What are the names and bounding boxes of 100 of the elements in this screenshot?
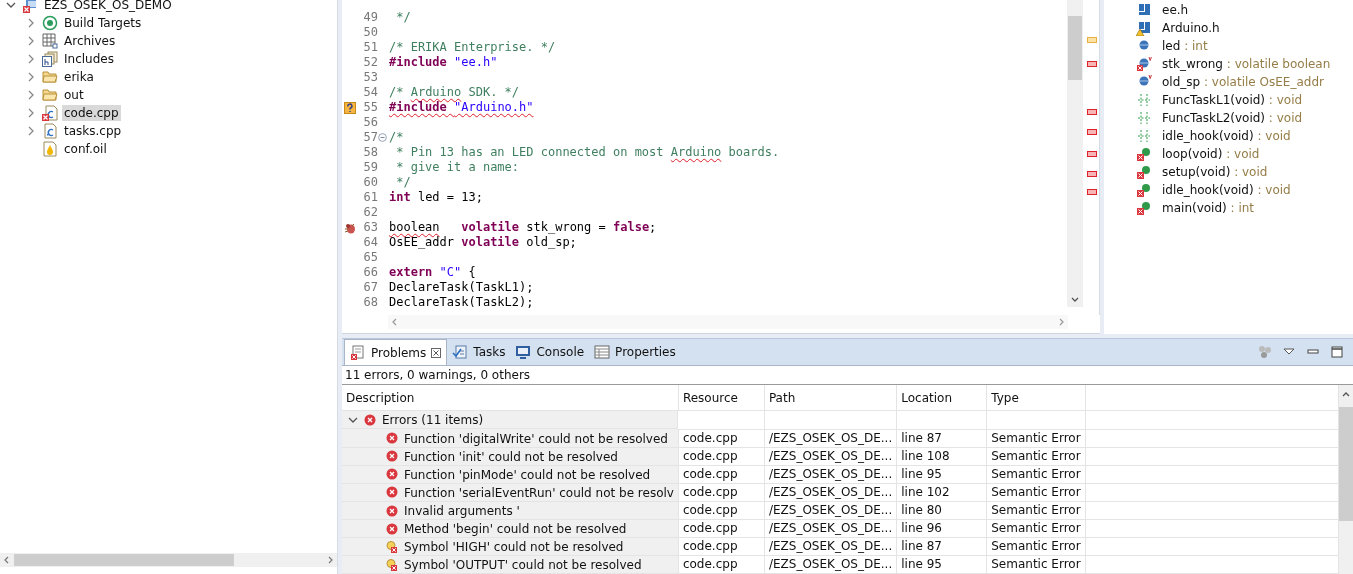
- maximize-icon[interactable]: [1329, 344, 1345, 360]
- column-header[interactable]: Resource: [682, 390, 738, 405]
- header-files-icon: [42, 51, 58, 67]
- table-cell: code.cpp: [682, 449, 738, 464]
- outline-item[interactable]: idle_hook(void) : void: [1162, 129, 1291, 143]
- table-cell: /EZS_OSEK_OS_DE...: [768, 539, 893, 554]
- tree-item[interactable]: code.cpp: [62, 105, 121, 121]
- source-file-icon: [42, 123, 58, 139]
- tree-item[interactable]: Includes: [62, 51, 116, 67]
- table-cell: line 87: [901, 431, 942, 446]
- error-marker[interactable]: [1087, 189, 1097, 195]
- error-icon: [386, 522, 398, 535]
- table-cell: Semantic Error: [991, 557, 1081, 572]
- table-cell: Function 'pinMode' could not be resolved: [404, 467, 651, 482]
- outline-item[interactable]: stk_wrong : volatile boolean: [1162, 57, 1331, 71]
- collapse-icon[interactable]: [378, 133, 387, 142]
- table-cell: line 108: [901, 449, 950, 464]
- code-line: */: [395, 175, 411, 190]
- line-number: 57: [362, 130, 378, 145]
- table-cell: code.cpp: [682, 503, 738, 518]
- monitor-icon: [515, 344, 532, 360]
- table-cell: /EZS_OSEK_OS_DE...: [768, 431, 893, 446]
- folder-icon: [42, 69, 58, 85]
- checklist-icon: [452, 344, 469, 360]
- outline-item[interactable]: FuncTaskL1(void) : void: [1162, 93, 1303, 107]
- code-line: #include "Arduino.h": [389, 100, 534, 115]
- tree-item[interactable]: erika: [62, 69, 96, 85]
- table-cell: code.cpp: [682, 557, 738, 572]
- tree-item[interactable]: Build Targets: [62, 15, 144, 31]
- expand-icon[interactable]: [26, 72, 36, 82]
- panel-tab[interactable]: Console: [510, 339, 590, 365]
- column-header[interactable]: Location: [901, 390, 952, 405]
- scroll-bar[interactable]: [0, 553, 337, 567]
- error-marker[interactable]: [1087, 171, 1097, 177]
- tree-item[interactable]: Archives: [62, 33, 118, 49]
- group-icon[interactable]: [1257, 344, 1273, 360]
- code-line: /* ERIKA Enterprise. */: [389, 40, 556, 55]
- line-number: 64: [362, 235, 378, 250]
- expand-icon[interactable]: [26, 36, 36, 46]
- scroll-bar[interactable]: [1067, 0, 1083, 307]
- line-number: 61: [362, 190, 378, 205]
- table-cell: /EZS_OSEK_OS_DE...: [768, 503, 893, 518]
- outline-item[interactable]: setup(void) : void: [1162, 165, 1268, 179]
- table-cell: /EZS_OSEK_OS_DE...: [768, 467, 893, 482]
- table-cell: line 95: [901, 467, 942, 482]
- outline-item[interactable]: main(void) : int: [1162, 201, 1255, 215]
- expand-icon[interactable]: [26, 90, 36, 100]
- table-cell: /EZS_OSEK_OS_DE...: [768, 557, 893, 572]
- error-marker[interactable]: [1087, 109, 1097, 115]
- close-icon[interactable]: [431, 347, 442, 358]
- folder-icon: [42, 87, 58, 103]
- function-error-icon: [1136, 182, 1152, 198]
- tree-item[interactable]: out: [62, 87, 86, 103]
- declaration-icon: [1136, 128, 1152, 144]
- column-header[interactable]: Type: [991, 390, 1019, 405]
- tree-item[interactable]: tasks.cpp: [62, 123, 124, 139]
- expand-icon[interactable]: [6, 0, 16, 10]
- table-cell: Semantic Error: [991, 521, 1081, 536]
- column-header[interactable]: Description: [346, 390, 415, 405]
- panel-tab[interactable]: Problems: [344, 339, 448, 365]
- line-number: 55: [362, 100, 378, 115]
- table-cell: Semantic Error: [991, 449, 1081, 464]
- outline-item[interactable]: led : int: [1162, 39, 1208, 53]
- panel-tab[interactable]: Properties: [589, 339, 681, 365]
- outline-item[interactable]: Arduino.h: [1162, 21, 1220, 35]
- warning-marker[interactable]: [1087, 37, 1097, 43]
- table-cell: Invalid arguments ': [404, 503, 520, 518]
- expand-icon[interactable]: [26, 54, 36, 64]
- scroll-bar[interactable]: [1339, 385, 1353, 574]
- line-number: 54: [362, 85, 378, 100]
- error-marker[interactable]: [1087, 61, 1097, 67]
- source-file-error-icon: [42, 105, 58, 121]
- declaration-icon: [1136, 92, 1152, 108]
- code-line: * Pin 13 has an LED connected on most Arduino boards.: [395, 145, 780, 160]
- table-cell: Semantic Error: [991, 485, 1081, 500]
- expand-icon[interactable]: [26, 108, 36, 118]
- scroll-bar[interactable]: [388, 315, 1068, 329]
- function-error-icon: [1136, 146, 1152, 162]
- code-line: /*: [389, 130, 404, 145]
- outline-item[interactable]: loop(void) : void: [1162, 147, 1260, 161]
- project-name[interactable]: EZS_OSEK_OS_DEMO: [42, 0, 174, 13]
- table-cell: Semantic Error: [991, 431, 1081, 446]
- expand-icon[interactable]: [26, 18, 36, 28]
- outline-item[interactable]: idle_hook(void) : void: [1162, 183, 1291, 197]
- line-number: 67: [362, 280, 378, 295]
- error-marker[interactable]: [1087, 129, 1097, 135]
- code-line: boolean volatile stk_wrong = false;: [389, 220, 657, 235]
- error-icon: [386, 504, 398, 517]
- tree-item[interactable]: conf.oil: [62, 141, 109, 157]
- outline-item[interactable]: old_sp : volatile OsEE_addr: [1162, 75, 1324, 89]
- header-warning-icon: [1136, 20, 1152, 36]
- line-number: 52: [362, 55, 378, 70]
- error-marker[interactable]: [1087, 151, 1097, 157]
- outline-item[interactable]: FuncTaskL2(void) : void: [1162, 111, 1303, 125]
- column-header[interactable]: Path: [768, 390, 796, 405]
- expand-icon[interactable]: [26, 126, 36, 136]
- outline-item[interactable]: ee.h: [1162, 3, 1189, 17]
- code-line: OsEE_addr volatile old_sp;: [389, 235, 577, 250]
- code-line: DeclareTask(TaskL2);: [389, 295, 534, 310]
- panel-tab[interactable]: Tasks: [447, 339, 511, 365]
